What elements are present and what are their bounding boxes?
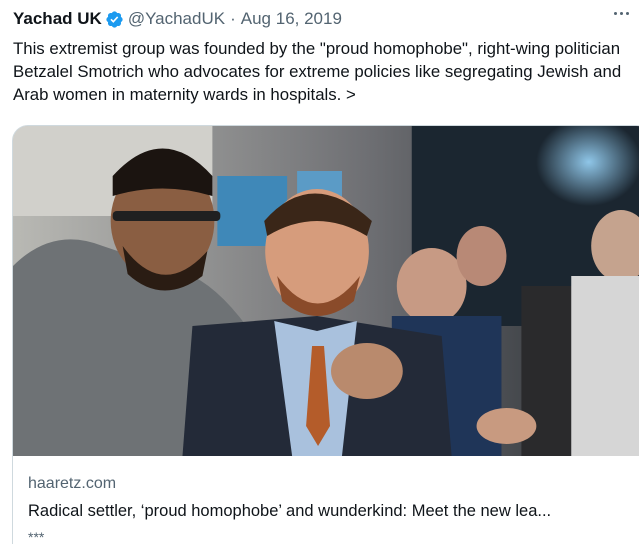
author-name[interactable]: Yachad UK (13, 9, 102, 29)
more-options-icon[interactable] (614, 12, 629, 15)
card-description: *** (28, 529, 45, 544)
tweet-header: Yachad UK @YachadUK · Aug 16, 2019 (13, 7, 342, 31)
link-card[interactable]: haaretz.com Radical settler, ‘proud homo… (12, 125, 639, 544)
card-domain: haaretz.com (28, 475, 117, 492)
header-separator: · (230, 9, 236, 28)
author-handle[interactable]: @YachadUK (128, 9, 225, 29)
tweet-text: This extremist group was founded by the … (13, 39, 622, 104)
tweet-date[interactable]: Aug 16, 2019 (241, 9, 342, 29)
card-image (13, 126, 639, 456)
card-title: Radical settler, ‘proud homophobe’ and w… (28, 502, 552, 520)
verified-badge-icon (106, 10, 123, 28)
